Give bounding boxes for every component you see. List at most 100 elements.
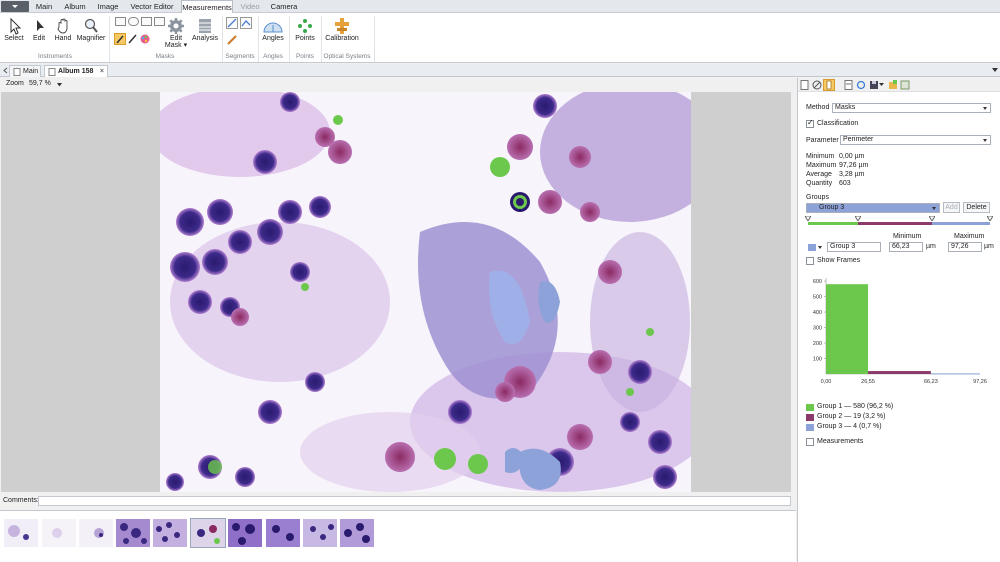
tab-vector-editor[interactable]: Vector Editor <box>126 0 178 13</box>
calibration-button[interactable]: Calibration <box>324 17 360 42</box>
excel-icon[interactable] <box>900 80 910 90</box>
save-icon[interactable] <box>869 80 879 90</box>
brush-icon <box>116 35 124 44</box>
group-color-swatch[interactable] <box>808 244 816 251</box>
max-value-input[interactable]: 97,26 <box>948 242 982 252</box>
measurements-checkbox[interactable] <box>806 438 814 446</box>
thumbnail-preview <box>197 525 220 544</box>
angles-button[interactable]: Angles <box>260 17 286 42</box>
hand-button[interactable]: Hand <box>51 17 75 42</box>
tab-main[interactable]: Main <box>32 0 56 13</box>
pencil-icon[interactable] <box>128 34 138 44</box>
document-icon[interactable] <box>800 80 809 90</box>
range-group3 <box>932 222 990 225</box>
clear-icon[interactable] <box>812 80 822 90</box>
edit-button[interactable]: Edit <box>28 17 50 42</box>
thumbnail[interactable] <box>303 519 337 547</box>
group-label-angles: Angles <box>263 53 283 60</box>
app-menu-button[interactable] <box>1 1 29 12</box>
export-icon[interactable] <box>888 80 898 90</box>
document-icon <box>48 68 56 76</box>
range-slider-track[interactable] <box>808 222 990 225</box>
tab-image[interactable]: Image <box>94 0 122 13</box>
tab-measurements[interactable]: Measurements <box>181 0 233 14</box>
thumbnail-selected[interactable] <box>190 518 226 548</box>
segment-ruler-icon[interactable] <box>226 34 238 46</box>
segment-polyline-icon[interactable] <box>240 17 252 29</box>
thumbnail[interactable] <box>116 519 150 547</box>
x-tick-label: 66,23 <box>924 379 938 385</box>
report-icon[interactable] <box>844 80 853 90</box>
select-button[interactable]: Select <box>2 17 26 42</box>
chevron-down-icon[interactable] <box>57 83 62 87</box>
y-tick-label: 200 <box>813 341 822 347</box>
thumbnail-preview <box>156 522 180 542</box>
groups-dropdown[interactable]: Group 3 <box>806 203 940 213</box>
analysis-button[interactable]: Analysis <box>191 17 219 42</box>
ellipse-mask-tool[interactable] <box>128 17 139 26</box>
slider-handle[interactable] <box>855 216 861 221</box>
document-tab-strip: Main Album 158 × <box>0 64 1000 77</box>
chevron-down-icon[interactable] <box>992 68 998 73</box>
ruler-toggle[interactable] <box>823 79 835 91</box>
comments-input[interactable] <box>38 496 791 506</box>
rect-mask-tool[interactable] <box>115 17 126 26</box>
histogram-bar-group2 <box>868 371 931 374</box>
gear-icon <box>168 18 184 34</box>
classification-label: Classification <box>817 120 859 127</box>
thumbnail-preview <box>8 525 29 540</box>
close-icon[interactable]: × <box>100 66 104 77</box>
thumbnail[interactable] <box>266 519 300 547</box>
thumbnail[interactable] <box>340 519 374 547</box>
zoom-value-dropdown[interactable]: 59,7 % <box>29 80 51 87</box>
magnifier-button[interactable]: Magnifier <box>76 17 106 42</box>
max-unit-label: µm <box>984 243 994 250</box>
slider-handle[interactable] <box>805 216 811 221</box>
tab-doc-main[interactable]: Main <box>9 65 41 77</box>
edit-label: Edit <box>32 35 46 42</box>
parameter-dropdown[interactable]: Perimeter <box>840 135 991 145</box>
thumbnail[interactable] <box>79 519 113 547</box>
comments-label: Comments: <box>3 497 39 504</box>
color-palette-icon[interactable] <box>140 34 150 44</box>
tab-scroll-left-icon[interactable] <box>2 67 9 74</box>
thumbnail-preview <box>94 528 104 538</box>
analysis-table-icon <box>199 19 211 33</box>
brush-tool[interactable] <box>114 33 126 45</box>
delete-group-button[interactable]: Delete <box>963 202 990 213</box>
chevron-down-icon[interactable] <box>818 246 822 249</box>
range-group2 <box>858 222 932 225</box>
tab-album[interactable]: Album <box>60 0 90 13</box>
refresh-icon[interactable] <box>856 80 866 90</box>
points-button[interactable]: Points <box>292 17 318 42</box>
thumbnail[interactable] <box>228 519 262 547</box>
y-tick-label: 100 <box>813 357 822 363</box>
ribbon: Select Edit Hand Magnifier Instruments E… <box>0 13 1000 63</box>
slider-handle[interactable] <box>929 216 935 221</box>
classification-checkbox[interactable] <box>806 118 814 128</box>
chevron-down-icon[interactable] <box>879 83 884 87</box>
legend-swatch-group2 <box>806 414 814 421</box>
group-name-input[interactable]: Group 3 <box>827 242 881 252</box>
edit-mask-button[interactable]: Edit Mask ▾ <box>164 17 188 49</box>
microscopy-image[interactable] <box>160 92 691 492</box>
tab-doc-album[interactable]: Album 158 × <box>44 65 108 77</box>
segment-line-icon[interactable] <box>226 17 238 29</box>
thumbnail[interactable] <box>4 519 38 547</box>
groups-dropdown-value: Group 3 <box>819 204 845 211</box>
method-dropdown[interactable]: Masks <box>832 103 991 113</box>
image-viewport[interactable] <box>1 92 791 492</box>
parameter-label: Parameter <box>806 137 839 144</box>
min-value-input[interactable]: 66,23 <box>889 242 923 252</box>
thumbnail[interactable] <box>42 519 76 547</box>
slider-handle[interactable] <box>987 216 993 221</box>
thumbnail[interactable] <box>153 519 187 547</box>
groups-label: Groups <box>806 194 829 201</box>
magnifier-label: Magnifier <box>76 35 106 42</box>
polygon-mask-tool[interactable] <box>141 17 152 26</box>
add-group-button[interactable]: Add <box>943 202 960 213</box>
tab-video[interactable]: Video <box>236 0 264 13</box>
tab-camera[interactable]: Camera <box>268 0 300 13</box>
thumbnail-preview <box>52 528 62 538</box>
show-frames-checkbox[interactable] <box>806 257 814 265</box>
